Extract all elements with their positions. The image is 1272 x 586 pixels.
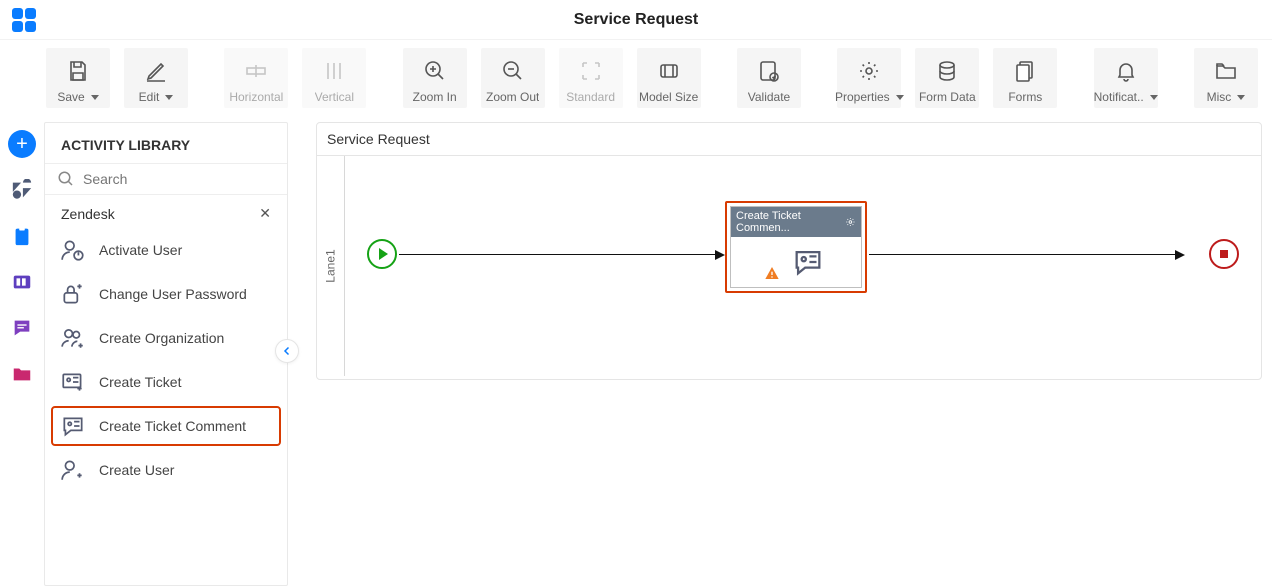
ticket-plus-icon [59, 368, 87, 396]
canvas-title: Service Request [317, 123, 1261, 156]
rail-add-button[interactable]: + [8, 130, 36, 158]
user-plus-icon [59, 456, 87, 484]
forms-button[interactable]: Forms [993, 48, 1057, 108]
activity-node-create-ticket-comment[interactable]: Create Ticket Commen... [725, 201, 867, 293]
top-bar: Service Request [0, 0, 1272, 40]
flow-connector [869, 254, 1183, 255]
left-rail: + [0, 122, 44, 586]
library-item-label: Create Organization [99, 330, 224, 347]
rail-form-icon[interactable] [8, 268, 36, 296]
zoom-out-icon [501, 54, 525, 88]
model-size-icon [657, 54, 681, 88]
flow-connector [399, 254, 723, 255]
rail-chat-icon[interactable] [8, 314, 36, 342]
toolbar: Save Edit Horizontal Vertical Zoom In Zo… [0, 40, 1272, 122]
start-node[interactable] [367, 239, 397, 269]
ticket-comment-icon [59, 412, 87, 440]
zoom-out-button[interactable]: Zoom Out [481, 48, 545, 108]
arrow-icon [715, 250, 725, 260]
lane-row: Lane1 Create Ticket Commen... [317, 156, 1261, 376]
form-data-icon [935, 54, 959, 88]
user-lock-icon [59, 280, 87, 308]
arrow-icon [1175, 250, 1185, 260]
save-button[interactable]: Save [46, 48, 110, 108]
chevron-left-icon [281, 345, 293, 357]
library-item-label: Create User [99, 462, 174, 479]
zoom-standard-icon [579, 54, 603, 88]
search-icon [57, 170, 75, 188]
zoom-standard-button[interactable]: Standard [559, 48, 623, 108]
library-item-activate-user[interactable]: Activate User [45, 228, 287, 272]
folder-icon [1214, 54, 1238, 88]
vertical-layout-icon [322, 54, 346, 88]
bell-icon [1114, 54, 1138, 88]
activity-library-panel: ACTIVITY LIBRARY Zendesk ✕ Activate User… [44, 122, 288, 586]
end-node[interactable] [1209, 239, 1239, 269]
page-title: Service Request [574, 11, 699, 29]
save-icon [66, 54, 90, 88]
library-item-label: Create Ticket Comment [99, 418, 246, 435]
search-row [45, 163, 287, 195]
forms-icon [1013, 54, 1037, 88]
process-canvas[interactable]: Service Request Lane1 Create Ticket Comm… [316, 122, 1262, 380]
library-group-label: Zendesk [61, 206, 115, 222]
user-power-icon [59, 236, 87, 264]
validate-button[interactable]: Validate [737, 48, 801, 108]
library-item-create-user[interactable]: Create User [45, 448, 287, 492]
main: + ACTIVITY LIBRARY Zendesk ✕ Activat [0, 122, 1272, 586]
users-plus-icon [59, 324, 87, 352]
activity-library-header: ACTIVITY LIBRARY [45, 123, 287, 163]
form-data-button[interactable]: Form Data [915, 48, 979, 108]
validate-icon [757, 54, 781, 88]
rail-zendesk-icon[interactable] [8, 176, 36, 204]
library-group-row: Zendesk ✕ [45, 195, 287, 228]
lane-label: Lane1 [317, 156, 345, 376]
canvas-wrap: Service Request Lane1 Create Ticket Comm… [288, 122, 1272, 586]
edit-button[interactable]: Edit [124, 48, 188, 108]
edit-icon [144, 54, 168, 88]
collapse-panel-button[interactable] [275, 339, 299, 363]
rail-folder-icon[interactable] [8, 360, 36, 388]
rail-clipboard-icon[interactable] [8, 222, 36, 250]
gear-icon[interactable] [845, 216, 856, 228]
library-item-create-organization[interactable]: Create Organization [45, 316, 287, 360]
zoom-in-button[interactable]: Zoom In [403, 48, 467, 108]
activity-header: Create Ticket Commen... [731, 207, 861, 237]
library-item-change-user-password[interactable]: Change User Password [45, 272, 287, 316]
warning-icon [764, 265, 780, 281]
library-item-create-ticket[interactable]: Create Ticket [45, 360, 287, 404]
activity-title: Create Ticket Commen... [736, 210, 845, 234]
zoom-in-icon [423, 54, 447, 88]
ticket-comment-icon [788, 245, 828, 279]
clear-group-button[interactable]: ✕ [259, 205, 271, 222]
layout-horizontal-button[interactable]: Horizontal [224, 48, 288, 108]
library-item-create-ticket-comment[interactable]: Create Ticket Comment [51, 406, 281, 446]
horizontal-layout-icon [244, 54, 268, 88]
layout-vertical-button[interactable]: Vertical [302, 48, 366, 108]
properties-button[interactable]: Properties [837, 48, 901, 108]
gear-icon [857, 54, 881, 88]
app-logo-icon[interactable] [12, 8, 36, 32]
library-item-label: Activate User [99, 242, 182, 259]
library-item-label: Change User Password [99, 286, 247, 303]
zoom-model-size-button[interactable]: Model Size [637, 48, 701, 108]
search-input[interactable] [83, 171, 275, 187]
misc-button[interactable]: Misc [1194, 48, 1258, 108]
library-item-label: Create Ticket [99, 374, 181, 391]
notifications-button[interactable]: Notificat.. [1094, 48, 1158, 108]
